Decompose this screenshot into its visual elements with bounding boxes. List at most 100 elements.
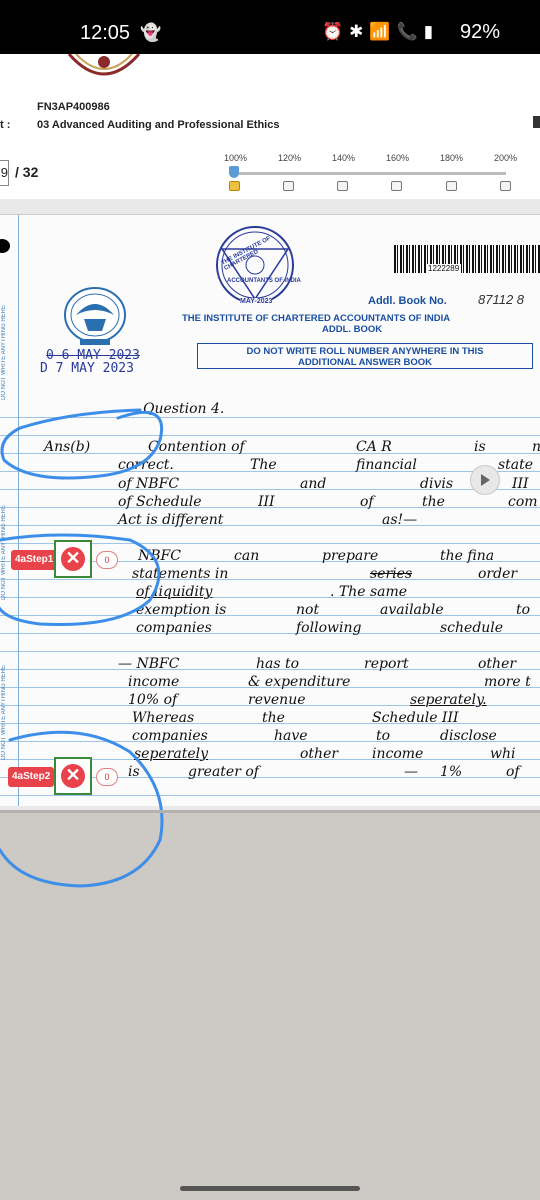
handwritten-text: series bbox=[370, 566, 413, 582]
zoom-tick-icon[interactable] bbox=[391, 181, 402, 191]
handwritten-text: NBFC bbox=[138, 548, 181, 564]
handwritten-text: disclose bbox=[440, 728, 497, 744]
battery-level: 92% bbox=[460, 21, 501, 43]
handwritten-text: the fina bbox=[440, 548, 495, 564]
page-number-input[interactable]: 9 bbox=[0, 160, 9, 186]
handwritten-text: III bbox=[258, 494, 275, 510]
step-reject-button[interactable]: ✕ bbox=[54, 757, 92, 795]
zoom-label[interactable]: 200% bbox=[494, 153, 517, 163]
zoom-label[interactable]: 180% bbox=[440, 153, 463, 163]
seal-text: ACCOUNTANTS OF INDIA bbox=[227, 278, 301, 284]
step-score[interactable]: 0 bbox=[96, 551, 118, 569]
zoom-tick-icon[interactable] bbox=[229, 181, 240, 191]
close-icon: ✕ bbox=[61, 547, 85, 571]
handwritten-text: can bbox=[234, 548, 260, 564]
snapchat-icon: 👻 bbox=[140, 23, 162, 42]
handwritten-text: has to bbox=[256, 656, 300, 672]
zoom-tick-icon[interactable] bbox=[446, 181, 457, 191]
handwritten-text: to bbox=[376, 728, 391, 744]
handwritten-text: more t bbox=[484, 674, 531, 690]
handwritten-text: order bbox=[478, 566, 518, 582]
handwritten-text: income bbox=[372, 746, 424, 762]
handwritten-text: greater of bbox=[188, 764, 259, 780]
answer-sheet-page[interactable]: DO NOT WRITE ANYTHING HERE DO NOT WRITE … bbox=[0, 214, 540, 806]
close-icon: ✕ bbox=[61, 764, 85, 788]
handwritten-text: 1% bbox=[440, 764, 463, 780]
handwritten-text: seperately. bbox=[410, 692, 487, 708]
step-label: 4aStep1 bbox=[11, 550, 58, 570]
handwritten-text: prepare bbox=[322, 548, 379, 564]
zoom-slider-thumb[interactable] bbox=[229, 166, 239, 178]
subject-title: 03 Advanced Auditing and Professional Et… bbox=[37, 119, 280, 131]
zoom-tick-icon[interactable] bbox=[500, 181, 511, 191]
handwritten-text: schedule bbox=[440, 620, 504, 636]
handwritten-text: seperately bbox=[134, 746, 209, 762]
zoom-tick-icon[interactable] bbox=[337, 181, 348, 191]
handwritten-text: — NBFC bbox=[118, 656, 180, 672]
handwritten-text: not bbox=[296, 602, 320, 618]
handwritten-text: available bbox=[380, 602, 444, 618]
step-reject-button[interactable]: ✕ bbox=[54, 540, 92, 578]
margin-warning: DO NOT WRITE ANYTHING HERE bbox=[1, 305, 7, 400]
margin-line bbox=[18, 215, 19, 806]
handwritten-text: to bbox=[516, 602, 531, 618]
handwritten-text: other bbox=[300, 746, 339, 762]
handwritten-text: Question 4. bbox=[143, 401, 225, 417]
handwritten-text: of bbox=[360, 494, 374, 510]
next-page-button[interactable] bbox=[470, 465, 500, 495]
institute-logo-icon bbox=[64, 54, 144, 80]
gesture-nav-bar[interactable] bbox=[180, 1186, 360, 1191]
subject-prefix: t : bbox=[0, 119, 11, 131]
zoom-label[interactable]: 160% bbox=[386, 153, 409, 163]
handwritten-text: as!— bbox=[382, 512, 418, 528]
handwritten-text: state bbox=[498, 457, 534, 473]
handwritten-text: . The same bbox=[330, 584, 408, 600]
handwritten-text: Contention of bbox=[148, 439, 245, 455]
addl-book-no-label: Addl. Book No. bbox=[368, 295, 447, 307]
zoom-label[interactable]: 120% bbox=[278, 153, 301, 163]
seal-date: MAY-2023 bbox=[240, 298, 273, 305]
handwritten-text: companies bbox=[132, 728, 208, 744]
handwritten-text: of liquidity bbox=[136, 584, 213, 600]
zoom-label[interactable]: 100% bbox=[224, 153, 247, 163]
exam-code: FN3AP400986 bbox=[37, 101, 110, 113]
handwritten-text: of NBFC bbox=[118, 476, 180, 492]
step-score[interactable]: 0 bbox=[96, 768, 118, 786]
zoom-label[interactable]: 140% bbox=[332, 153, 355, 163]
institute-name: THE INSTITUTE OF CHARTERED ACCOUNTANTS O… bbox=[182, 313, 451, 324]
zoom-slider-track[interactable] bbox=[234, 172, 506, 175]
handwritten-text: of Schedule bbox=[118, 494, 202, 510]
page-divider bbox=[0, 810, 540, 813]
institute-seal: THE INSTITUTE OF CHARTERED ACCOUNTANTS O… bbox=[200, 225, 310, 307]
addl-book-title: ADDL. BOOK bbox=[322, 324, 383, 335]
warning-line: ADDITIONAL ANSWER BOOK bbox=[297, 357, 433, 368]
chevron-right-icon bbox=[481, 474, 490, 486]
handwritten-text: financial bbox=[356, 457, 417, 473]
handwritten-text: & expenditure bbox=[248, 674, 351, 690]
handwritten-text: income bbox=[128, 674, 180, 690]
handwritten-text: and bbox=[300, 476, 327, 492]
barcode-number: 1222289 bbox=[426, 264, 462, 273]
handwritten-text: report bbox=[364, 656, 409, 672]
date-stamp: D 7 MAY 2023 bbox=[40, 361, 134, 376]
status-time: 12:05 bbox=[80, 22, 131, 44]
icai-emblem-icon bbox=[64, 287, 126, 345]
handwritten-text: 10% of bbox=[128, 692, 178, 708]
handwritten-text: CA R bbox=[356, 439, 392, 455]
handwritten-text: whi bbox=[490, 746, 516, 762]
barcode bbox=[394, 245, 540, 273]
handwritten-text: is bbox=[474, 439, 486, 455]
handwritten-text: have bbox=[274, 728, 308, 744]
status-icons: ⏰✱📶📞▮ bbox=[322, 22, 440, 41]
zoom-tick-icon[interactable] bbox=[283, 181, 294, 191]
handwritten-text: — bbox=[404, 764, 418, 780]
handwritten-text: the bbox=[262, 710, 285, 726]
roll-number-warning: DO NOT WRITE ROLL NUMBER ANYWHERE IN THI… bbox=[197, 343, 533, 369]
handwritten-text: revenue bbox=[248, 692, 306, 708]
warning-line: DO NOT WRITE ROLL NUMBER ANYWHERE IN THI… bbox=[246, 346, 484, 357]
status-bar: 12:05 👻 ⏰✱📶📞▮ 92% bbox=[0, 0, 540, 54]
page-total: / 32 bbox=[15, 164, 39, 180]
handwritten-text: Schedule III bbox=[372, 710, 459, 726]
handwritten-text: correct. bbox=[118, 457, 174, 473]
handwritten-text: other bbox=[478, 656, 517, 672]
